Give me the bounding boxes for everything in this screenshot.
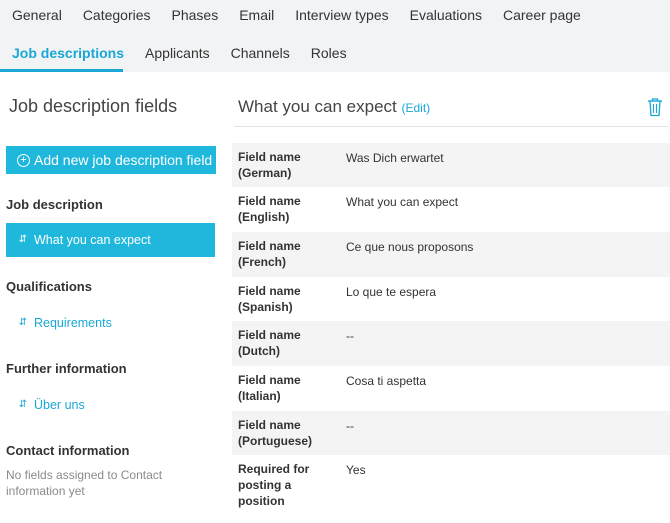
tab-job-descriptions[interactable]: Job descriptions	[0, 39, 135, 67]
sort-icon[interactable]: ⇵	[18, 400, 28, 410]
field-title: What you can expect (Edit)	[238, 97, 430, 117]
empty-section-note: No fields assigned to Contact informatio…	[6, 468, 163, 498]
tab-categories[interactable]: Categories	[72, 1, 161, 29]
table-row: Field name (Portuguese) --	[232, 411, 670, 455]
property-value: Cosa ti aspetta	[346, 374, 427, 388]
settings-tabs-row-2: Job descriptions Applicants Channels Rol…	[0, 39, 357, 67]
sidebar-item-uber-uns[interactable]: ⇵ Über uns	[6, 388, 215, 422]
sidebar-item-label: What you can expect	[34, 233, 151, 247]
tab-applicants[interactable]: Applicants	[135, 39, 221, 67]
tab-phases[interactable]: Phases	[161, 1, 229, 29]
table-row: Required for posting a position Yes	[232, 455, 670, 511]
property-label: Field name (French)	[238, 239, 301, 269]
field-properties-table: Field name (German) Was Dich erwartet Fi…	[232, 143, 670, 511]
field-detail-panel: What you can expect (Edit) Field name (G…	[232, 72, 670, 523]
section-further-information: Further information	[6, 361, 127, 376]
table-row: Field name (Italian) Cosa ti aspetta	[232, 366, 670, 411]
property-label: Field name (Dutch)	[238, 328, 301, 358]
tab-interview-types[interactable]: Interview types	[285, 1, 399, 29]
property-value: Lo que te espera	[346, 285, 437, 299]
sidebar-title: Job description fields	[9, 96, 178, 116]
property-label: Field name (Italian)	[238, 373, 301, 403]
table-row: Field name (German) Was Dich erwartet	[232, 143, 670, 187]
property-label: Field name (Portuguese)	[238, 418, 313, 448]
sort-icon[interactable]: ⇵	[18, 235, 28, 245]
tab-general[interactable]: General	[0, 1, 72, 29]
property-value: Was Dich erwartet	[346, 151, 444, 165]
add-field-button[interactable]: + Add new job description field	[6, 146, 216, 174]
tab-roles[interactable]: Roles	[300, 39, 357, 67]
plus-circle-icon: +	[17, 153, 30, 167]
section-contact-information: Contact information	[6, 443, 130, 458]
field-title-text: What you can expect	[238, 97, 397, 116]
trash-icon[interactable]	[647, 97, 663, 117]
title-divider	[234, 126, 668, 127]
property-value: What you can expect	[346, 195, 459, 209]
table-row: Field name (French) Ce que nous proposon…	[232, 232, 670, 277]
sidebar-item-what-you-can-expect[interactable]: ⇵ What you can expect	[6, 223, 215, 257]
property-value: --	[346, 329, 354, 343]
sidebar-item-label: Über uns	[34, 398, 85, 412]
section-qualifications: Qualifications	[6, 279, 92, 294]
section-job-description: Job description	[6, 197, 103, 212]
sort-icon[interactable]: ⇵	[18, 318, 28, 328]
sidebar-item-requirements[interactable]: ⇵ Requirements	[6, 306, 215, 340]
sidebar-item-label: Requirements	[34, 316, 112, 330]
tab-evaluations[interactable]: Evaluations	[399, 1, 492, 29]
table-row: Field name (Dutch) --	[232, 321, 670, 366]
property-label: Field name (Spanish)	[238, 284, 301, 314]
table-row: Field name (Spanish) Lo que te espera	[232, 277, 670, 321]
table-row: Field name (English) What you can expect	[232, 187, 670, 232]
fields-sidebar: Job description fields + Add new job des…	[0, 72, 222, 523]
tab-email[interactable]: Email	[229, 1, 285, 29]
property-value: Ce que nous proposons	[346, 240, 474, 254]
property-value: Yes	[346, 463, 366, 477]
tab-career-page[interactable]: Career page	[493, 1, 592, 29]
property-label: Field name (German)	[238, 150, 301, 180]
tab-channels[interactable]: Channels	[220, 39, 300, 67]
property-value: --	[346, 419, 354, 433]
add-field-label: Add new job description field	[34, 152, 213, 168]
property-label: Field name (English)	[238, 194, 301, 224]
settings-tab-bar: General Categories Phases Email Intervie…	[0, 0, 670, 72]
settings-tabs-row-1: General Categories Phases Email Intervie…	[0, 1, 591, 29]
edit-link[interactable]: (Edit)	[402, 101, 431, 115]
property-label: Required for posting a position	[238, 462, 310, 508]
